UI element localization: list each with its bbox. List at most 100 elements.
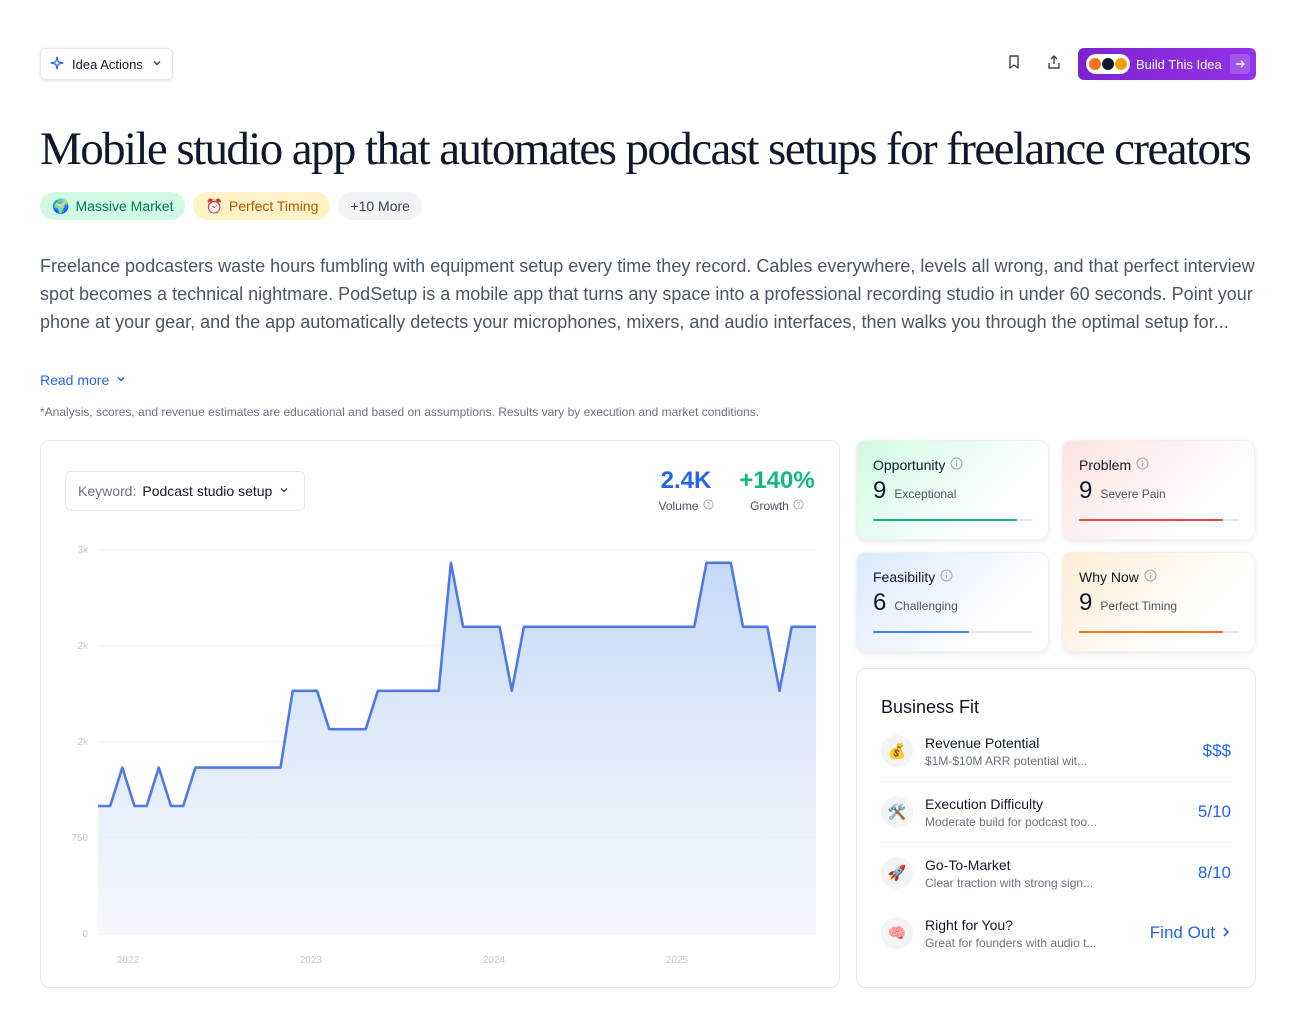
chevron-down-icon — [115, 372, 127, 388]
share-button[interactable] — [1042, 52, 1066, 76]
score-value: 9 — [1079, 477, 1093, 504]
help-icon[interactable]: ? — [793, 499, 804, 513]
score-desc: Perfect Timing — [1100, 599, 1178, 613]
score-card-head: Opportunity — [873, 457, 1032, 473]
info-icon[interactable] — [950, 457, 963, 473]
score-value: 6 — [873, 589, 887, 616]
keyword-trend-card: 0 750 2k 2k 3k 2022 2023 2024 2025 Keyword: Podc… — [40, 440, 840, 988]
svg-text:?: ? — [706, 502, 710, 509]
x-tick-label: 2025 — [666, 955, 689, 966]
biz-row-go-to-market[interactable]: 🚀 Go-To-Market Clear traction with stron… — [881, 847, 1231, 899]
biz-row-value: 8/10 — [1197, 863, 1231, 882]
score-card-head: Feasibility — [873, 569, 1032, 585]
info-icon[interactable] — [1136, 457, 1149, 473]
biz-row-title: Right for You? — [925, 916, 1013, 933]
money-bag-icon: 💰 — [881, 735, 913, 767]
score-name: Problem — [1079, 457, 1132, 473]
y-tick-label: 3k — [77, 545, 89, 556]
score-bar-track — [1079, 631, 1239, 633]
score-value: 9 — [873, 477, 887, 504]
biz-row-texts: Revenue Potential $1M-$10M ARR potential… — [925, 735, 1087, 768]
x-tick-label: 2024 — [483, 955, 506, 966]
tag-label: Massive Market — [75, 198, 174, 214]
score-bar-fill — [873, 519, 1017, 521]
tag-more-button[interactable]: +10 More — [338, 192, 422, 220]
growth-value: +140% — [739, 467, 815, 494]
biz-row-value: $$$ — [1202, 741, 1231, 760]
biz-row-texts: Go-To-Market Clear traction with strong … — [925, 857, 1093, 890]
partner-logo-icon — [1115, 58, 1127, 70]
partner-logo-icon — [1089, 58, 1101, 70]
biz-row-subtitle: Great for founders with audio t... — [925, 935, 1097, 950]
score-card-head: Why Now — [1079, 569, 1238, 585]
tag-massive-market[interactable]: 🌍 Massive Market — [40, 192, 186, 220]
business-fit-card: Business Fit 💰 Revenue Potential $1M-$10… — [856, 668, 1256, 988]
info-icon[interactable] — [940, 569, 953, 585]
trend-chart: 0 750 2k 2k 3k 2022 2023 2024 2025 — [71, 545, 816, 966]
volume-label-row: Volume ? — [654, 499, 718, 513]
biz-row-execution-difficulty[interactable]: 🛠️ Execution Difficulty Moderate build f… — [881, 786, 1231, 838]
trend-area — [98, 562, 816, 934]
tag-label: +10 More — [350, 198, 410, 214]
page-title: Mobile studio app that automates podcast… — [40, 123, 1252, 175]
find-out-link[interactable]: Find Out — [1150, 923, 1231, 943]
score-desc: Exceptional — [894, 487, 957, 501]
score-name: Opportunity — [873, 457, 946, 473]
build-label: Build This Idea — [1136, 56, 1222, 72]
bookmark-button[interactable] — [1002, 52, 1026, 76]
score-card-feasibility[interactable]: Feasibility 6 Challenging — [856, 552, 1049, 652]
score-desc: Challenging — [894, 599, 958, 613]
score-row: 9 Exceptional — [873, 477, 1032, 505]
score-bar-fill — [873, 631, 969, 633]
biz-row-right-for-you[interactable]: 🧠 Right for You? Great for founders with… — [881, 907, 1231, 959]
read-more-link[interactable]: Read more — [40, 372, 127, 388]
biz-row-revenue-potential[interactable]: 💰 Revenue Potential $1M-$10M ARR potenti… — [881, 725, 1231, 777]
biz-row-texts: Right for You? Great for founders with a… — [925, 917, 1096, 950]
score-card-why-now[interactable]: Why Now 9 Perfect Timing — [1062, 552, 1255, 652]
divider — [881, 842, 1231, 843]
idea-description: Freelance podcasters waste hours fumblin… — [40, 256, 1255, 332]
build-this-idea-button[interactable]: Build This Idea — [1078, 48, 1256, 80]
disclaimer: *Analysis, scores, and revenue estimates… — [40, 405, 760, 419]
score-card-problem[interactable]: Problem 9 Severe Pain — [1062, 440, 1255, 540]
tag-label: Perfect Timing — [228, 198, 319, 214]
score-value: 9 — [1079, 589, 1093, 616]
y-tick-label: 2k — [77, 641, 89, 652]
help-icon[interactable]: ? — [702, 499, 714, 513]
volume-stat: 2.4K Volume ? — [654, 467, 718, 513]
top-bar: Idea Actions Build This Idea — [40, 48, 1256, 80]
score-bar-track — [873, 631, 1033, 633]
keyword-value: Podcast studio setup — [142, 483, 273, 499]
idea-actions-button[interactable]: Idea Actions — [40, 48, 173, 80]
read-more-label: Read more — [40, 372, 110, 388]
partner-logo-icon — [1102, 58, 1114, 70]
score-row: 9 Perfect Timing — [1079, 589, 1238, 617]
x-tick-label: 2022 — [117, 955, 140, 966]
idea-actions-label: Idea Actions — [72, 56, 143, 72]
tag-perfect-timing[interactable]: ⏰ Perfect Timing — [193, 192, 331, 220]
chevron-down-icon — [151, 57, 163, 72]
x-tick-label: 2023 — [300, 955, 323, 966]
score-bar-fill — [1079, 519, 1223, 521]
score-card-opportunity[interactable]: Opportunity 9 Exceptional — [856, 440, 1049, 540]
biz-row-subtitle: Clear traction with strong sign... — [925, 875, 1094, 890]
y-tick-label: 750 — [71, 833, 88, 844]
growth-stat: +140% Growth ? — [737, 467, 817, 513]
find-out-label: Find Out — [1149, 923, 1215, 942]
globe-icon: 🌍 — [52, 197, 70, 214]
biz-row-title: Execution Difficulty — [925, 795, 1044, 812]
biz-row-texts: Execution Difficulty Moderate build for … — [925, 796, 1097, 829]
y-tick-label: 2k — [77, 737, 89, 748]
biz-row-subtitle: $1M-$10M ARR potential wit... — [925, 753, 1088, 768]
growth-label: Growth — [750, 499, 789, 513]
keyword-select[interactable]: Keyword: Podcast studio setup — [65, 471, 305, 511]
biz-row-title: Revenue Potential — [925, 734, 1040, 751]
business-fit-title: Business Fit — [881, 697, 980, 717]
info-icon[interactable] — [1144, 569, 1157, 585]
tag-list: 🌍 Massive Market ⏰ Perfect Timing +10 Mo… — [40, 192, 422, 220]
arrow-right-icon — [1230, 54, 1250, 74]
biz-row-title: Go-To-Market — [925, 856, 1011, 873]
svg-text:?: ? — [796, 502, 800, 509]
score-row: 9 Severe Pain — [1079, 477, 1238, 505]
biz-row-subtitle: Moderate build for podcast too... — [925, 814, 1098, 829]
